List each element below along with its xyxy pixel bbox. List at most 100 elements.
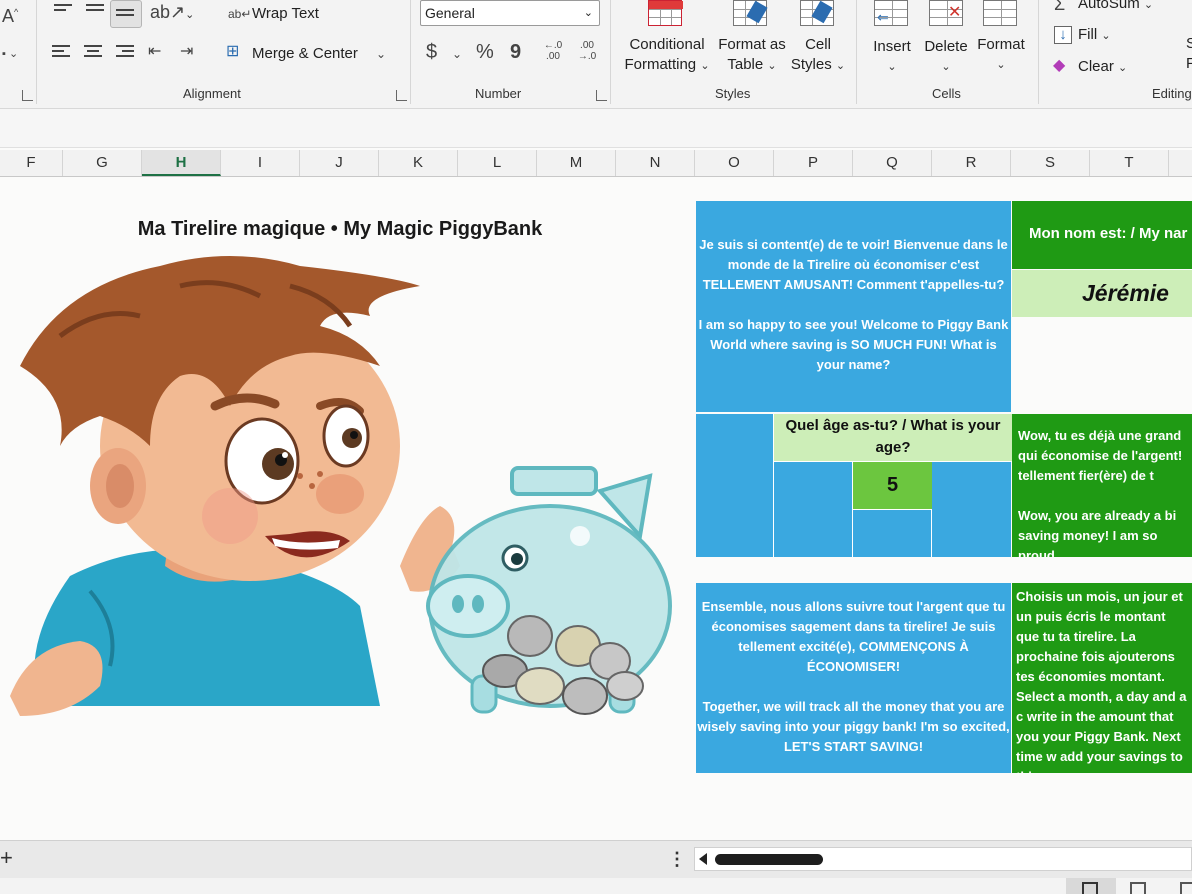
column-header-S[interactable]: S xyxy=(1011,150,1090,176)
proud-cell[interactable]: Wow, tu es déjà une grand qui économise … xyxy=(1012,414,1192,557)
wrap-text-icon: ab↵ xyxy=(228,7,252,21)
font-launcher-icon[interactable] xyxy=(22,90,33,101)
ribbon: A^ ▪ ⌄ ab↗⌄ ab↵ Wrap Text ⇤ ⇥ ⊞ Merge & … xyxy=(0,0,1192,109)
align-bottom-button[interactable] xyxy=(110,0,142,28)
editing-group-label: Editing xyxy=(1152,86,1192,101)
styles-group-label: Styles xyxy=(715,86,751,101)
column-header-L[interactable]: L xyxy=(458,150,537,176)
add-sheet-icon[interactable]: + xyxy=(0,845,13,871)
sort-filter-cutoff[interactable]: S xyxy=(1186,34,1192,54)
format-cells-icon xyxy=(983,0,1017,26)
proud-text-en: Wow, you are already a bi saving money! … xyxy=(1018,508,1177,557)
column-header-F[interactable]: F xyxy=(0,150,63,176)
align-middle-icon[interactable] xyxy=(86,4,104,18)
insert-cells-button[interactable]: Insert ⌄ xyxy=(866,37,918,77)
column-header-partial[interactable] xyxy=(1169,150,1192,176)
column-header-K[interactable]: K xyxy=(379,150,458,176)
welcome-text-fr: Je suis si content(e) de te voir! Bienve… xyxy=(699,237,1008,292)
decrease-indent-icon[interactable]: ⇤ xyxy=(148,42,161,62)
age-question-cell[interactable]: Quel âge as-tu? / What is your age? xyxy=(774,414,1012,461)
wrap-text-button[interactable]: Wrap Text xyxy=(252,4,319,24)
decrease-decimal-icon[interactable]: .00 →.0 xyxy=(574,40,600,62)
number-format-select[interactable]: General ⌄ xyxy=(420,0,600,26)
align-left-icon[interactable] xyxy=(52,45,70,59)
sort-filter-cutoff-2[interactable]: F xyxy=(1186,54,1192,74)
conditional-formatting-button[interactable]: Conditional Formatting ⌄ xyxy=(618,35,716,76)
align-bottom-icon xyxy=(116,9,134,23)
format-as-table-button[interactable]: Format as Table ⌄ xyxy=(712,35,792,76)
align-top-icon[interactable] xyxy=(54,4,72,18)
orientation-icon[interactable]: ab↗⌄ xyxy=(150,2,194,25)
column-header-N[interactable]: N xyxy=(616,150,695,176)
clear-button[interactable]: Clear ⌄ xyxy=(1078,57,1127,78)
column-header-O[interactable]: O xyxy=(695,150,774,176)
comma-style-icon[interactable]: 9 xyxy=(510,42,521,62)
boy-piggy-bank-illustration xyxy=(10,256,672,716)
merge-center-button[interactable]: Merge & Center xyxy=(252,44,358,64)
column-header-H[interactable]: H xyxy=(142,150,221,176)
status-bar xyxy=(0,878,1192,894)
align-center-icon[interactable] xyxy=(84,45,102,59)
more-options-icon[interactable]: ⋮ xyxy=(668,849,686,870)
fill-button[interactable]: Fill ⌄ xyxy=(1078,25,1111,46)
normal-view-icon xyxy=(1082,882,1098,894)
age-value-cell[interactable]: 5 xyxy=(853,462,932,509)
welcome-text-en: I am so happy to see you! Welcome to Pig… xyxy=(698,317,1009,372)
cell-styles-icon xyxy=(800,0,834,26)
chevron-down-icon: ⌄ xyxy=(583,7,593,19)
together-cell[interactable]: Ensemble, nous allons suivre tout l'arge… xyxy=(696,583,1011,773)
sheet-title[interactable]: Ma Tirelire magique • My Magic PiggyBank xyxy=(100,218,580,241)
format-cells-button[interactable]: Format ⌄ xyxy=(973,35,1029,75)
merge-dropdown-icon[interactable]: ⌄ xyxy=(376,44,386,64)
name-label-cell[interactable]: Mon nom est: / My nar xyxy=(1012,201,1192,269)
number-group-label: Number xyxy=(475,86,522,101)
formula-bar-area[interactable] xyxy=(0,109,1192,148)
page-break-icon[interactable] xyxy=(1180,882,1192,894)
conditional-formatting-icon xyxy=(648,0,683,26)
cell-styles-button[interactable]: Cell Styles ⌄ xyxy=(790,35,846,76)
choose-cell[interactable]: Choisis un mois, un jour et un puis écri… xyxy=(1012,583,1192,773)
together-text-en: Together, we will track all the money th… xyxy=(697,699,1010,754)
alignment-group-label: Alignment xyxy=(183,86,241,101)
increase-decimal-icon[interactable]: ←.0 .00 xyxy=(540,40,566,62)
autosum-icon: Σ xyxy=(1054,0,1066,14)
page-layout-icon[interactable] xyxy=(1130,882,1146,894)
alignment-launcher-icon[interactable] xyxy=(396,90,407,101)
number-launcher-icon[interactable] xyxy=(596,90,607,101)
column-header-P[interactable]: P xyxy=(774,150,853,176)
horizontal-scrollbar[interactable] xyxy=(694,847,1192,871)
increase-indent-icon[interactable]: ⇥ xyxy=(180,42,193,62)
column-header-J[interactable]: J xyxy=(300,150,379,176)
choose-text-en: Select a month, a day and a c write in t… xyxy=(1016,689,1187,773)
percent-icon[interactable]: % xyxy=(476,42,494,62)
choose-text-fr: Choisis un mois, un jour et un puis écri… xyxy=(1016,589,1183,684)
fill-icon: ↓ xyxy=(1054,26,1072,44)
format-as-table-icon xyxy=(733,0,768,26)
insert-cells-icon: ⇐ xyxy=(874,0,908,26)
merge-center-icon: ⊞ xyxy=(226,43,240,60)
name-value-cell[interactable]: Jérémie xyxy=(1012,270,1192,317)
autosum-button[interactable]: AutoSum ⌄ xyxy=(1078,0,1153,15)
currency-icon[interactable]: $ xyxy=(426,42,437,62)
together-text-fr: Ensemble, nous allons suivre tout l'arge… xyxy=(701,599,1006,674)
column-headers: F G H I J K L M N O P Q R S T xyxy=(0,150,1192,177)
delete-cells-icon: ✕ xyxy=(929,0,963,26)
welcome-cell[interactable]: Je suis si content(e) de te voir! Bienve… xyxy=(696,201,1011,412)
column-header-Q[interactable]: Q xyxy=(853,150,932,176)
normal-view-button[interactable] xyxy=(1066,878,1116,894)
column-header-M[interactable]: M xyxy=(537,150,616,176)
align-right-icon[interactable] xyxy=(116,45,134,59)
delete-cells-button[interactable]: Delete ⌄ xyxy=(920,37,972,77)
column-header-R[interactable]: R xyxy=(932,150,1011,176)
clear-eraser-icon: ◆ xyxy=(1053,57,1066,74)
sheet-tab-bar: + ⋮ xyxy=(0,840,1192,879)
column-header-T[interactable]: T xyxy=(1090,150,1169,176)
proud-text-fr: Wow, tu es déjà une grand qui économise … xyxy=(1018,428,1183,483)
column-header-G[interactable]: G xyxy=(63,150,142,176)
font-size-increase-icon[interactable]: A^ xyxy=(2,2,18,26)
currency-dropdown-icon[interactable]: ⌄ xyxy=(452,44,462,64)
scrollbar-thumb[interactable] xyxy=(715,854,823,865)
scroll-left-icon[interactable] xyxy=(699,853,707,865)
font-chevron-icon[interactable]: ▪ ⌄ xyxy=(2,44,18,64)
column-header-I[interactable]: I xyxy=(221,150,300,176)
